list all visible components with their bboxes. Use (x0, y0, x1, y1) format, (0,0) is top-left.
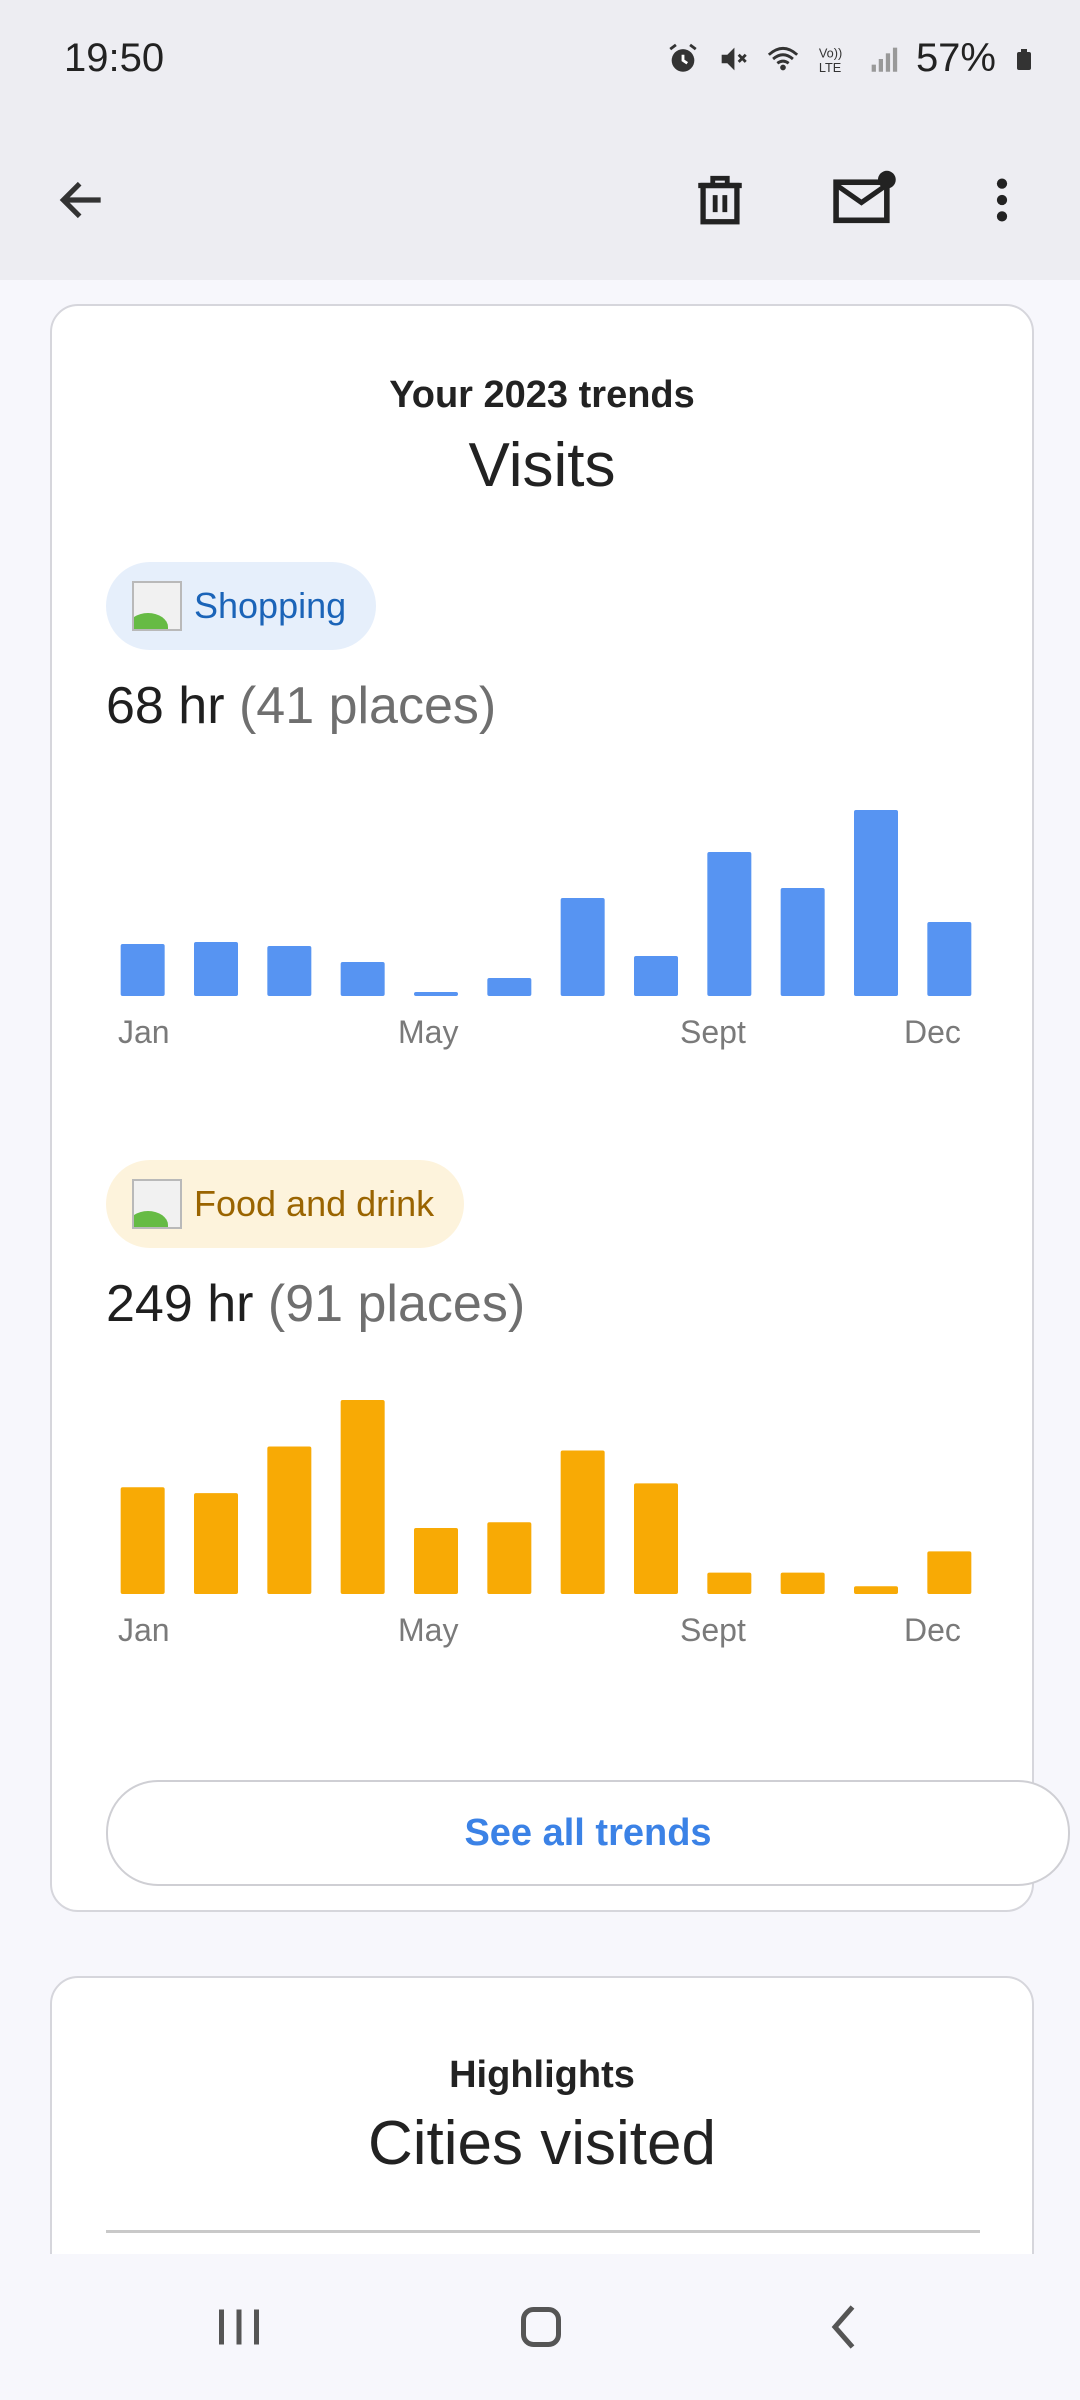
card-subtitle: Highlights (449, 2054, 635, 2096)
food-stat: 249 hr (91 places) (106, 1274, 525, 1334)
card-subtitle: Your 2023 trends (389, 374, 695, 416)
bar-dec (927, 1551, 972, 1594)
hours-value: 68 hr (106, 677, 225, 735)
chip-label: Shopping (194, 585, 347, 626)
delete-button[interactable] (684, 164, 756, 236)
broken-image-icon (132, 581, 182, 631)
recents-icon (219, 2309, 259, 2345)
back-icon (831, 2305, 855, 2349)
bar-aug (634, 956, 678, 996)
volte-icon: Vo))LTE (819, 45, 842, 74)
mute-icon (721, 47, 747, 70)
bar-mar (267, 946, 312, 996)
status-icons: Vo)) LTE 57% (666, 36, 1036, 81)
bar-may (414, 1528, 458, 1594)
bar-apr (340, 962, 385, 996)
bar-jul (560, 898, 605, 996)
navigation-bar (0, 2254, 1080, 2400)
bar-sept (707, 1572, 752, 1594)
mail-button[interactable] (828, 164, 900, 236)
places-count: (41 places) (238, 677, 497, 735)
bar-may (414, 992, 458, 996)
back-nav-button[interactable] (800, 2282, 890, 2372)
home-icon (521, 2307, 561, 2347)
bar-sept (707, 852, 752, 996)
back-arrow-icon (59, 181, 101, 219)
bar-jan (120, 1487, 165, 1594)
chip-label: Food and drink (194, 1183, 435, 1224)
trends-card: Your 2023 trends Visits Shopping 68 hr (… (50, 304, 1070, 1912)
signal-icon (871, 47, 898, 72)
app-bar (0, 120, 1080, 280)
battery-percent: 57% (915, 36, 996, 80)
food-bars (120, 1400, 972, 1594)
shopping-chip[interactable]: Shopping (106, 562, 377, 650)
broken-image-icon (132, 1179, 182, 1229)
places-count: (91 places) (267, 1275, 526, 1333)
month-label: Sept (680, 1612, 746, 1648)
month-label: Dec (904, 1014, 961, 1050)
month-label: Jan (118, 1612, 170, 1648)
content-scroll[interactable]: Your 2023 trends Visits Shopping 68 hr (… (0, 280, 1080, 2254)
divider (106, 2230, 980, 2233)
trash-icon (698, 175, 742, 225)
bar-mar (267, 1446, 312, 1594)
bar-feb (194, 1493, 238, 1594)
more-vert-icon (996, 178, 1008, 222)
wifi-icon (767, 46, 799, 70)
food-drink-chip[interactable]: Food and drink (106, 1160, 465, 1248)
highlights-card: Highlights Cities visited (50, 1976, 1034, 2254)
recents-button[interactable] (194, 2282, 284, 2372)
bar-feb (194, 942, 238, 996)
bar-nov (854, 1586, 898, 1594)
bar-aug (634, 1483, 678, 1594)
card-title: Cities visited (368, 2109, 716, 2178)
shopping-bars (120, 810, 972, 996)
bar-oct (780, 1572, 825, 1594)
month-label: Dec (904, 1612, 961, 1648)
home-button[interactable] (496, 2282, 586, 2372)
month-label: Sept (680, 1014, 746, 1050)
food-chart (106, 1390, 986, 1594)
bar-jan (120, 944, 165, 996)
bar-oct (780, 888, 825, 996)
status-time: 19:50 (64, 36, 165, 80)
card-title: Visits (468, 431, 616, 500)
mail-unread-icon (833, 170, 896, 224)
shopping-stat: 68 hr (41 places) (106, 676, 496, 736)
status-bar: 19:50 Vo)) LTE 57% (0, 0, 1080, 120)
battery-icon (1017, 48, 1031, 70)
svg-text:LTE: LTE (819, 59, 841, 74)
svg-text:Vo)): Vo)) (819, 45, 842, 60)
bar-jun (487, 978, 532, 996)
month-label: May (398, 1014, 459, 1050)
hours-value: 249 hr (106, 1275, 254, 1333)
more-options-button[interactable] (966, 164, 1038, 236)
bar-apr (340, 1400, 385, 1594)
month-label: May (398, 1612, 459, 1648)
bar-jul (560, 1450, 605, 1594)
back-button[interactable] (46, 164, 118, 236)
month-label: Jan (118, 1014, 170, 1050)
bar-nov (854, 810, 898, 996)
see-all-trends-button[interactable]: See all trends (106, 1780, 1070, 1886)
alarm-icon (669, 43, 697, 72)
shopping-chart (106, 786, 986, 996)
bar-jun (487, 1522, 532, 1594)
bar-dec (927, 922, 972, 996)
